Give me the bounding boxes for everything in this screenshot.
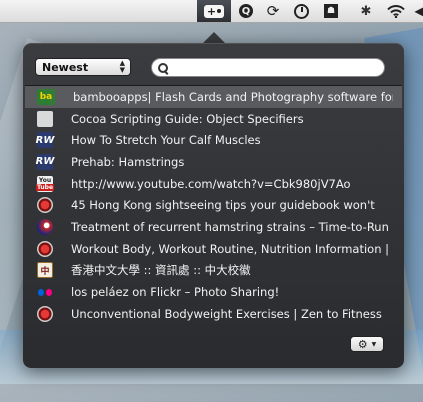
redcirc-favicon-icon [37,240,53,257]
bookmark-row[interactable]: You Tube http://www.youtube.com/watch?v=Cb… [25,173,402,195]
wifi-icon-graphic [387,4,405,18]
quicksilver-icon: Q [239,4,253,18]
settings-menu-button[interactable]: ⚙ ▼ [350,336,384,352]
flickr-favicon-icon [37,284,53,300]
app-box-icon: ☗ [324,4,338,18]
bookmark-row[interactable]: ba bambooapps| Flash Cards and Photograph… [25,86,402,108]
search-field[interactable] [151,58,385,77]
wifi-icon[interactable] [385,2,407,20]
bookmark-row[interactable]: 中 香港中文大學 :: 資訊處 :: 中大校徽 [25,260,402,282]
timer-menu-extra[interactable] [292,2,310,20]
bookmark-row[interactable]: Cocoa Scripting Guide: Object Specifiers [25,108,402,130]
yt-favicon-icon: You Tube [35,175,55,192]
popover-arrow [203,32,225,43]
bookmark-row[interactable]: 45 Hong Kong sightseeing tips your guide… [25,194,402,216]
bookmark-title: Prehab: Hamstrings [71,154,185,169]
bookmark-row[interactable]: Treatment of recurrent hamstring strains… [25,216,402,238]
bookmark-title: Treatment of recurrent hamstring strains… [71,219,389,234]
search-input[interactable] [172,60,376,75]
bookmark-plus-icon: + [204,4,224,18]
search-icon [158,62,168,73]
ba-favicon-icon: ba [37,88,55,105]
rw-favicon-icon: RW [36,153,54,170]
bookmark-title: Cocoa Scripting Guide: Object Specifiers [71,111,304,126]
bookmark-menu-extra[interactable]: + [197,0,231,22]
bookmarks-popover: Newest ▲ ▼ ba bambooapps| Flash Cards and … [23,43,404,368]
menu-bar: + Q ⟳ ☗ ✱ ◀ [0,0,423,23]
bookmark-title: 香港中文大學 :: 資訊處 :: 中大校徽 [71,263,251,278]
runner-favicon-icon [37,218,53,235]
quicksilver-menu-extra[interactable]: Q [237,2,255,20]
redcirc-favicon-icon [37,197,53,214]
sync-icon[interactable]: ⟳ [264,2,282,20]
rw-favicon-icon: RW [36,132,54,149]
bookmark-row[interactable]: los peláez on Flickr – Photo Sharing! [25,281,402,303]
bookmark-title: How To Stretch Your Calf Muscles [71,133,261,148]
apple-favicon-icon [37,110,53,127]
sort-select[interactable]: Newest ▲ ▼ [35,58,131,76]
chevron-down-icon: ▼ [371,340,377,348]
bookmark-list: ba bambooapps| Flash Cards and Photograph… [25,85,402,334]
sort-select-value: Newest [42,60,89,74]
timer-icon [293,3,309,19]
bookmark-title: bambooapps| Flash Cards and Photography … [73,89,393,104]
volume-icon[interactable]: ◀ [412,2,423,20]
bookmark-row[interactable]: Workout Body, Workout Routine, Nutrition… [25,238,402,260]
bookmark-title: 45 Hong Kong sightseeing tips your guide… [71,198,375,213]
cuhk-favicon-icon: 中 [37,262,53,279]
app-box-menu-extra[interactable]: ☗ [322,2,340,20]
bookmark-title: Workout Body, Workout Routine, Nutrition… [71,241,390,256]
bookmark-title: http://www.youtube.com/watch?v=Cbk980jV7… [71,176,351,191]
bluetooth-icon[interactable]: ✱ [359,2,373,20]
bookmark-row[interactable]: Unconventional Bodyweight Exercises | Ze… [25,303,402,325]
gear-icon: ⚙ [357,337,368,351]
bookmark-plus-label: + [206,4,217,18]
redcirc-favicon-icon [37,305,53,322]
bookmark-title: Unconventional Bodyweight Exercises | Ze… [71,306,382,321]
updown-arrows-icon: ▲ ▼ [119,59,125,74]
bookmark-title: los peláez on Flickr – Photo Sharing! [71,285,280,300]
bookmark-row[interactable]: RW How To Stretch Your Calf Muscles [25,129,402,151]
bookmark-row[interactable]: RW Prehab: Hamstrings [25,151,402,173]
